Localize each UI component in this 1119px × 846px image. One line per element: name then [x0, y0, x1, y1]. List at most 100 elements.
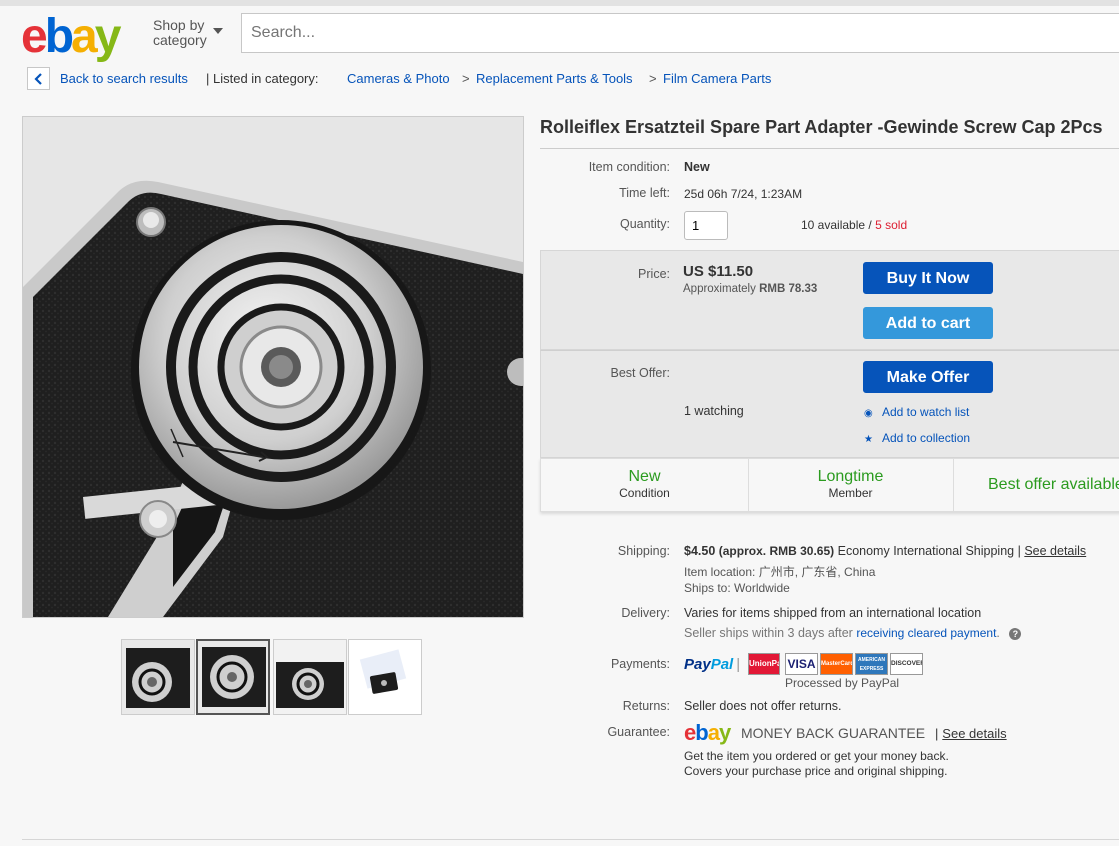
- mbg-line-2: Covers your purchase price and original …: [684, 764, 948, 778]
- seller-ships-note: Seller ships within 3 days after receivi…: [684, 626, 1022, 640]
- delivery-label: Delivery:: [621, 606, 670, 620]
- breadcrumb-item-cameras[interactable]: Cameras & Photo: [347, 67, 450, 91]
- shop-by-category-button[interactable]: Shop by category: [153, 17, 223, 48]
- buy-it-now-button[interactable]: Buy It Now: [863, 262, 993, 294]
- item-location: Item location: 广州市, 广东省, China: [684, 563, 875, 580]
- listed-in-label: | Listed in category:: [206, 71, 319, 86]
- paypal-pay: Pay: [684, 656, 711, 673]
- logo-letter-e: e: [21, 10, 48, 63]
- watching-count: 1 watching: [684, 404, 744, 418]
- main-product-image[interactable]: [22, 116, 524, 618]
- mbg-separator: |: [935, 726, 939, 741]
- guarantee-label: Guarantee:: [607, 725, 670, 739]
- mbg-see-details-link[interactable]: See details: [942, 726, 1006, 741]
- price-label: Price:: [638, 267, 670, 281]
- back-to-search-link[interactable]: Back to search results: [60, 67, 188, 91]
- delivery-value: Varies for items shipped from an interna…: [684, 606, 982, 620]
- shipping-line: $4.50 (approx. RMB 30.65) Economy Intern…: [684, 544, 1086, 558]
- badge-subtitle: Member: [828, 486, 873, 500]
- price-value: US $11.50: [683, 263, 754, 280]
- badge-title: Best offer available: [988, 476, 1119, 493]
- add-to-watch-list-link[interactable]: ◉ Add to watch list: [864, 405, 969, 419]
- location-label: Item location:: [684, 565, 756, 579]
- breadcrumb-item-replacement-parts[interactable]: Replacement Parts & Tools: [476, 67, 633, 91]
- approx-prefix: Approximately: [683, 283, 756, 295]
- add-to-collection-link[interactable]: ★ Add to collection: [864, 431, 970, 445]
- breadcrumb-separator: >: [649, 71, 657, 86]
- shop-by-label: Shop by: [153, 17, 205, 33]
- add-to-cart-button[interactable]: Add to cart: [863, 307, 993, 339]
- sold-count: 5 sold: [875, 218, 908, 232]
- breadcrumb-item-film-camera-parts[interactable]: Film Camera Parts: [663, 67, 771, 91]
- badge-title: New: [628, 468, 661, 485]
- back-button[interactable]: [27, 67, 50, 90]
- chevron-down-icon: [213, 28, 223, 34]
- approx-value: RMB 78.33: [759, 283, 818, 295]
- logo-letter-a: a: [707, 720, 720, 745]
- price-panel: [540, 250, 1119, 350]
- ebay-logo[interactable]: ebay: [21, 9, 122, 65]
- search-input[interactable]: [241, 13, 1119, 53]
- thumbnail-4[interactable]: [348, 639, 422, 715]
- paypal-logo: PayPal |: [684, 656, 741, 673]
- logo-letter-a: a: [71, 10, 98, 63]
- item-title: Rolleiflex Ersatzteil Spare Part Adapter…: [540, 117, 1103, 137]
- seller-badges: New Condition Longtime Member Best offer…: [540, 458, 1119, 512]
- logo-letter-e: e: [684, 720, 696, 745]
- shipping-price: $4.50: [684, 544, 716, 558]
- mbg-text: MONEY BACK GUARANTEE: [741, 725, 926, 741]
- quantity-input[interactable]: [684, 211, 728, 240]
- chevron-left-icon: [34, 73, 42, 85]
- approx-price: Approximately RMB 78.33: [683, 283, 817, 295]
- money-back-guarantee: MONEY BACK GUARANTEE | See details: [741, 725, 1007, 741]
- badge-best-offer: Best offer available: [953, 476, 1119, 528]
- make-offer-button[interactable]: Make Offer: [863, 361, 993, 393]
- mbg-line-1: Get the item you ordered or get your mon…: [684, 749, 949, 763]
- section-divider: [22, 839, 1119, 840]
- title-divider: [540, 148, 1119, 149]
- ships-to: Ships to: Worldwide: [684, 581, 790, 595]
- star-icon: ★: [864, 434, 873, 445]
- availability-separator: /: [868, 218, 872, 232]
- logo-letter-y: y: [94, 10, 122, 63]
- payments-label: Payments:: [610, 657, 670, 671]
- period: .: [996, 626, 1000, 640]
- camera-part-photo: [23, 117, 523, 617]
- breadcrumb-separator: >: [462, 71, 470, 86]
- visa-icon: VISA: [785, 653, 818, 675]
- category-label: category: [153, 32, 207, 48]
- time-left-value: 25d 06h 7/24, 1:23AM: [684, 187, 803, 201]
- best-offer-label: Best Offer:: [610, 366, 670, 380]
- thumbnail-1[interactable]: [121, 639, 195, 715]
- condition-label: Item condition:: [588, 160, 670, 174]
- discover-icon: DISCOVER: [890, 653, 923, 675]
- help-icon[interactable]: ?: [1009, 627, 1022, 640]
- logo-letter-y: y: [718, 720, 731, 745]
- receiving-cleared-payment-link[interactable]: receiving cleared payment: [856, 626, 996, 640]
- paypal-pal: Pal: [710, 656, 734, 673]
- amex-icon: AMERICAN EXPRESS: [855, 653, 888, 675]
- shipping-label: Shipping:: [617, 544, 670, 558]
- thumbnail-2-selected[interactable]: [196, 639, 270, 715]
- thumbnail-3[interactable]: [273, 639, 347, 715]
- badge-title: Longtime: [817, 468, 884, 485]
- ebay-small-logo: ebay: [684, 720, 731, 745]
- seller-ships-text: Seller ships within 3 days after: [684, 626, 853, 640]
- shipping-approx: (approx. RMB 30.65): [718, 544, 835, 558]
- mastercard-icon: MasterCard: [820, 653, 853, 675]
- badge-member: Longtime Member: [748, 468, 953, 520]
- thumbnail-image: [274, 640, 346, 714]
- logo-letter-b: b: [44, 10, 74, 63]
- available-count: 10 available: [801, 218, 866, 232]
- badge-subtitle: Condition: [619, 486, 670, 500]
- location-value: 广州市, 广东省, China: [758, 565, 876, 579]
- badge-condition: New Condition: [541, 468, 748, 520]
- availability: 10 available / 5 sold: [801, 218, 907, 232]
- quantity-label: Quantity:: [619, 217, 670, 231]
- unionpay-icon: UnionPay: [748, 653, 780, 675]
- shipping-see-details-link[interactable]: See details: [1024, 544, 1086, 558]
- thumbnail-image: [349, 640, 421, 714]
- add-collection-label: Add to collection: [882, 431, 971, 445]
- eye-icon: ◉: [864, 408, 873, 419]
- add-watch-label: Add to watch list: [882, 405, 970, 419]
